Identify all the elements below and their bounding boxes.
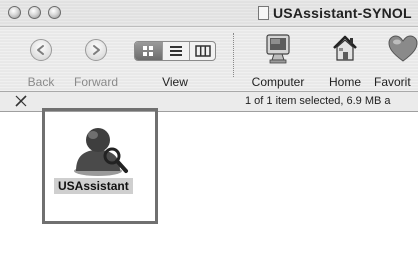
- heart-icon: [388, 35, 418, 62]
- toolbar-separator: [233, 33, 234, 77]
- computer-label: Computer: [251, 75, 305, 89]
- icon-view-icon: [143, 46, 153, 56]
- toolbar: Back Forward View Computer Home Favorit: [0, 27, 418, 92]
- forward-label: Forward: [73, 75, 118, 89]
- view-mode-control: [134, 41, 216, 61]
- home-label: Home: [328, 75, 361, 89]
- icon-view-button[interactable]: [135, 42, 162, 60]
- minimize-button[interactable]: [28, 6, 41, 19]
- no-write-pencil-icon: [15, 95, 27, 107]
- file-item-label[interactable]: USAssistant: [54, 178, 133, 194]
- favorites-label: Favorit: [374, 75, 411, 89]
- back-label: Back: [27, 75, 55, 89]
- column-view-icon: [195, 45, 211, 57]
- home-icon: [333, 35, 357, 61]
- list-view-icon: [170, 46, 182, 56]
- close-button[interactable]: [8, 6, 21, 19]
- installer-person-icon[interactable]: [70, 123, 130, 177]
- column-view-button[interactable]: [189, 42, 215, 60]
- finder-window: USAssistant-SYNOL Back Forward View Comp…: [0, 0, 418, 266]
- title-bar: USAssistant-SYNOL: [0, 0, 418, 27]
- list-view-button[interactable]: [162, 42, 189, 60]
- status-text: 1 of 1 item selected, 6.9 MB a: [245, 95, 391, 107]
- window-title-text: USAssistant-SYNOL: [273, 4, 412, 21]
- computer-icon: [266, 34, 290, 64]
- document-icon: [258, 5, 269, 20]
- window-title: USAssistant-SYNOL: [258, 4, 412, 22]
- forward-arrow-icon: [85, 39, 107, 61]
- back-arrow-icon: [30, 39, 52, 61]
- view-label: View: [162, 75, 188, 89]
- zoom-button[interactable]: [48, 6, 61, 19]
